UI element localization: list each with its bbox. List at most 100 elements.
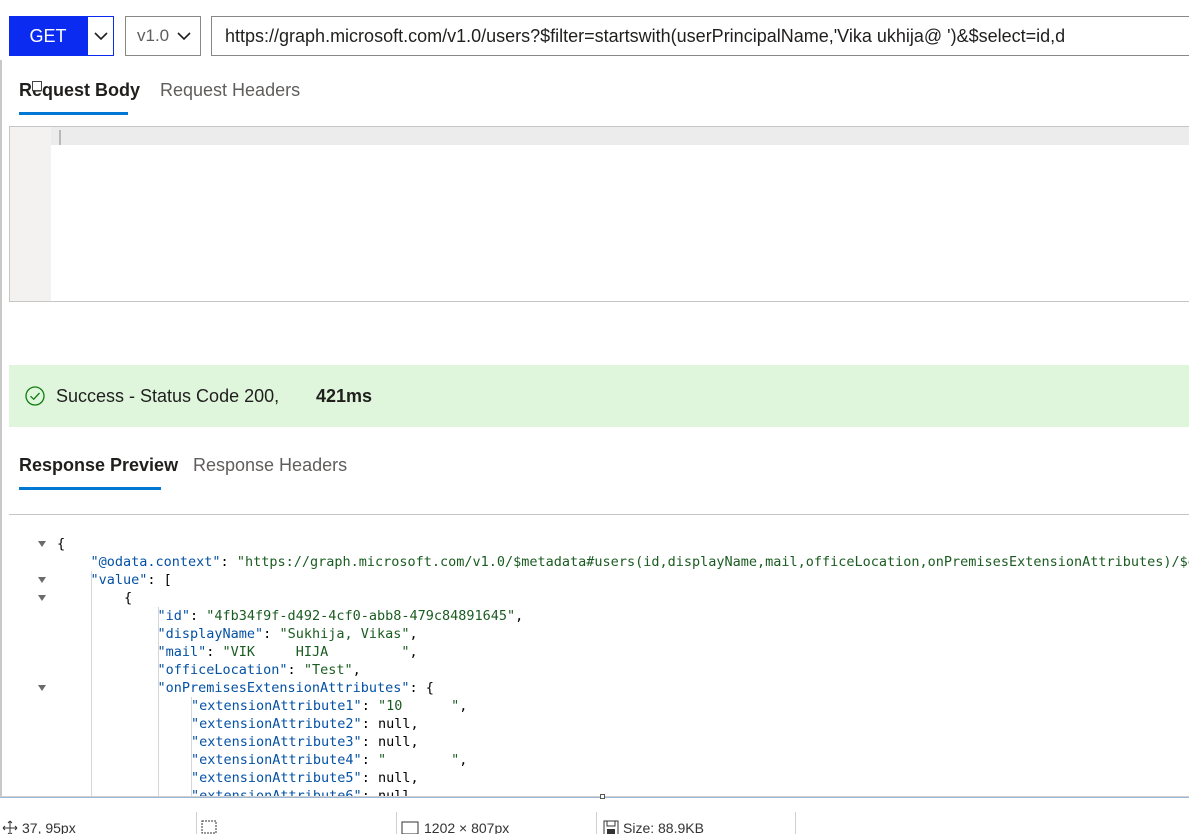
- json-line: "displayName": "Sukhija, Vikas",: [158, 625, 418, 643]
- strip-top-border: [0, 797, 1189, 798]
- json-punct: :: [287, 662, 304, 678]
- caret-down-icon[interactable]: [37, 571, 47, 589]
- json-punct: :: [220, 554, 237, 570]
- json-punct: :: [361, 698, 378, 714]
- mouse-cursor-marker: [32, 81, 42, 91]
- json-line: "@odata.context": "https://graph.microso…: [91, 553, 1189, 571]
- json-punct: : {: [409, 680, 434, 696]
- json-line: "id": "4fb34f9f-d492-4cf0-abb8-479c84891…: [158, 607, 524, 625]
- json-punct: : null,: [361, 716, 419, 732]
- strip-separator: [196, 812, 197, 834]
- devtools-status-strip: [0, 796, 1189, 834]
- json-line: "onPremisesExtensionAttributes": {: [158, 679, 434, 697]
- json-line: "extensionAttribute4": " ",: [191, 751, 467, 769]
- json-punct: ,: [352, 662, 361, 678]
- json-line: "value": [: [91, 571, 172, 589]
- json-punct: ,: [459, 752, 468, 768]
- strip-separator: [795, 812, 796, 834]
- json-string: "Sukhija, Vikas": [279, 626, 410, 642]
- tab-response-headers[interactable]: Response Headers: [193, 455, 347, 476]
- status-time: 421ms: [316, 385, 373, 406]
- json-punct: ,: [409, 644, 418, 660]
- json-line: "officeLocation": "Test",: [158, 661, 361, 679]
- json-punct: : [: [147, 572, 172, 588]
- json-key: "extensionAttribute5": [191, 770, 362, 786]
- check-circle-icon: [25, 386, 45, 406]
- selection-readout: [201, 820, 217, 834]
- json-string: "https://graph.microsoft.com/v1.0/$metad…: [236, 554, 1189, 570]
- request-url-input[interactable]: https://graph.microsoft.com/v1.0/users?$…: [211, 16, 1189, 56]
- http-method-button[interactable]: GET: [9, 16, 87, 56]
- json-key: "extensionAttribute1": [191, 698, 362, 714]
- json-punct: :: [361, 752, 378, 768]
- json-line: {: [57, 535, 65, 553]
- json-punct: ,: [409, 626, 418, 642]
- file-size-text: Size: 88.9KB: [623, 820, 704, 834]
- json-key: "id": [157, 608, 191, 624]
- move-cursor-icon: [2, 820, 18, 834]
- tab-request-headers-label: Request Headers: [160, 80, 301, 100]
- json-line: "extensionAttribute3": null,: [191, 733, 419, 751]
- json-punct: :: [190, 608, 207, 624]
- indent-guide: [90, 571, 92, 804]
- request-body-editor[interactable]: [9, 126, 1189, 302]
- tab-response-preview[interactable]: Response Preview: [19, 455, 178, 476]
- json-string: "4fb34f9f-d492-4cf0-abb8-479c84891645": [206, 608, 516, 624]
- chevron-down-icon: [93, 31, 108, 40]
- tab-request-headers[interactable]: Request Headers: [160, 80, 300, 101]
- image-size-icon: [401, 821, 419, 834]
- strip-separator: [596, 812, 597, 834]
- status-text: Success - Status Code 200,: [56, 385, 280, 406]
- json-key: "mail": [157, 644, 207, 660]
- json-punct: ,: [515, 608, 524, 624]
- json-punct: : null,: [361, 734, 419, 750]
- json-punct: : null,: [361, 770, 419, 786]
- json-key: "extensionAttribute3": [191, 734, 362, 750]
- caret-down-icon[interactable]: [37, 535, 47, 553]
- save-disk-icon: [603, 820, 619, 834]
- json-key: "extensionAttribute4": [191, 752, 362, 768]
- file-size-readout: Size: 88.9KB: [603, 820, 704, 834]
- tab-response-preview-label: Response Preview: [19, 455, 179, 475]
- tab-response-preview-underline: [19, 487, 161, 490]
- json-key: "value": [90, 572, 148, 588]
- json-string: "10 ": [377, 698, 460, 714]
- request-url-text: https://graph.microsoft.com/v1.0/users?$…: [225, 25, 1066, 46]
- json-punct: ,: [459, 698, 468, 714]
- json-key: "displayName": [157, 626, 264, 642]
- tab-request-body-underline: [19, 112, 128, 115]
- editor-caret: [59, 130, 61, 145]
- json-string: "Test": [303, 662, 353, 678]
- chevron-down-icon: [177, 31, 191, 41]
- image-dimensions-text: 1202 × 807px: [424, 820, 510, 834]
- json-punct: {: [57, 536, 66, 552]
- http-method-label: GET: [29, 25, 67, 46]
- json-key: "@odata.context": [90, 554, 221, 570]
- version-label: v1.0: [137, 26, 170, 45]
- tab-response-headers-label: Response Headers: [193, 455, 348, 475]
- image-dimensions-readout: 1202 × 807px: [401, 820, 509, 834]
- status-banner: Success - Status Code 200, 421ms: [9, 365, 1189, 427]
- json-line: "extensionAttribute5": null,: [191, 769, 419, 787]
- cursor-position-readout: 37, 95px: [2, 820, 76, 834]
- version-dropdown[interactable]: v1.0: [125, 16, 201, 56]
- json-line: "extensionAttribute1": "10 ",: [191, 697, 467, 715]
- editor-gutter: [10, 127, 51, 301]
- response-preview-pane[interactable]: { "@odata.context": "https://graph.micros…: [9, 514, 1189, 804]
- resize-handle[interactable]: [600, 794, 605, 799]
- selection-rect-icon: [201, 820, 217, 834]
- json-key: "officeLocation": [157, 662, 288, 678]
- http-method-dropdown[interactable]: [87, 16, 114, 56]
- caret-down-icon[interactable]: [37, 589, 47, 607]
- json-punct: {: [124, 590, 133, 606]
- json-string: " ": [377, 752, 460, 768]
- json-line: "mail": "VIK HIJA ",: [158, 643, 418, 661]
- json-line: {: [124, 589, 132, 607]
- cursor-position-text: 37, 95px: [22, 820, 76, 834]
- caret-down-icon[interactable]: [37, 679, 47, 697]
- json-punct: :: [206, 644, 223, 660]
- strip-separator: [396, 812, 397, 834]
- json-key: "onPremisesExtensionAttributes": [157, 680, 410, 696]
- json-punct: :: [263, 626, 280, 642]
- json-string: "VIK HIJA ": [222, 644, 410, 660]
